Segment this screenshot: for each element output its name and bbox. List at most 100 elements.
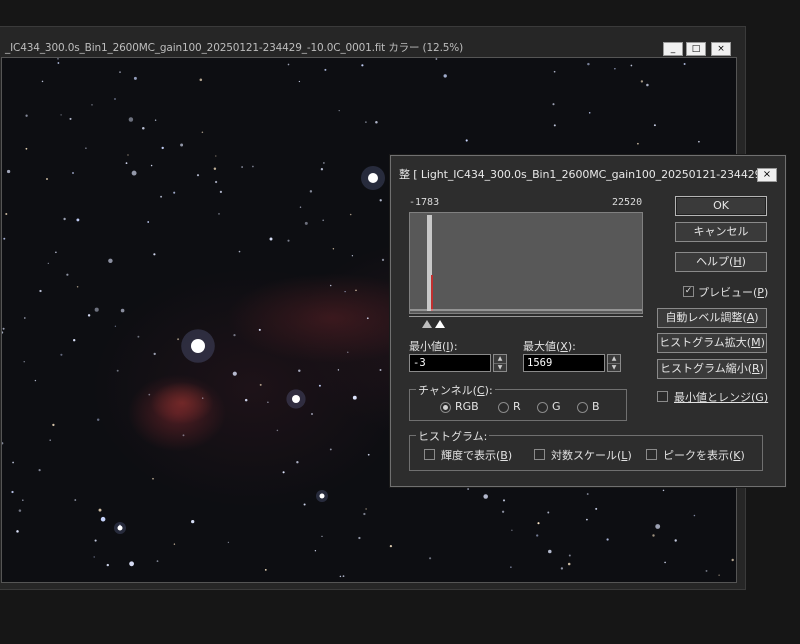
- close-button[interactable]: ×: [711, 42, 731, 56]
- min-max-range-checkbox[interactable]: [657, 391, 668, 402]
- dialog-close-button[interactable]: ×: [757, 168, 777, 182]
- ok-button[interactable]: OK: [675, 196, 767, 216]
- max-value-spinner[interactable]: ▲ ▼: [607, 354, 621, 372]
- star: [367, 453, 370, 456]
- spin-up-icon: ▲: [611, 355, 617, 362]
- star: [337, 369, 340, 371]
- star: [483, 494, 488, 499]
- preview-label: プレビュー(P): [698, 286, 769, 299]
- star: [46, 178, 48, 180]
- star: [349, 213, 352, 216]
- star: [238, 250, 241, 253]
- star: [98, 508, 102, 512]
- channel-group-title: チャンネル(C):: [416, 382, 495, 398]
- star: [640, 80, 644, 83]
- min-value-spinner[interactable]: ▲ ▼: [493, 354, 507, 372]
- channel-r-radio[interactable]: [498, 402, 509, 413]
- star: [91, 104, 93, 106]
- star: [219, 190, 223, 194]
- star: [180, 143, 184, 147]
- channel-rgb-radio[interactable]: [440, 402, 451, 413]
- channel-b-label: B: [592, 400, 600, 413]
- cancel-button[interactable]: キャンセル: [675, 222, 767, 242]
- star: [674, 539, 677, 542]
- star: [125, 162, 128, 164]
- log-scale-label: 対数スケール(L): [551, 449, 632, 462]
- star: [339, 575, 342, 578]
- histogram-red-peak: [431, 275, 433, 311]
- min-max-range-label: 最小値とレンジ(G): [674, 391, 769, 404]
- star: [653, 124, 656, 127]
- bright-star: [117, 525, 123, 531]
- auto-level-button[interactable]: 自動レベル調整(A): [657, 308, 767, 328]
- star: [662, 489, 665, 492]
- histogram-shrink-button[interactable]: ヒストグラム縮小(R): [657, 359, 767, 379]
- star: [298, 369, 301, 372]
- log-scale-checkbox[interactable]: [534, 449, 545, 460]
- star: [6, 169, 11, 174]
- star: [342, 575, 345, 577]
- bright-star: [368, 173, 378, 183]
- luminance-checkbox[interactable]: [424, 449, 435, 460]
- star: [595, 507, 598, 510]
- star: [182, 434, 185, 437]
- star: [150, 164, 153, 167]
- channel-group: チャンネル(C): RGB R G B: [409, 382, 627, 421]
- minimize-button[interactable]: _: [663, 42, 683, 56]
- star: [548, 549, 552, 554]
- help-button[interactable]: ヘルプ(H): [675, 252, 767, 272]
- star: [214, 180, 218, 184]
- star: [510, 566, 512, 568]
- star: [322, 219, 325, 222]
- maximize-button[interactable]: □: [686, 42, 706, 56]
- star: [693, 514, 696, 517]
- star: [34, 379, 37, 382]
- channel-b-radio[interactable]: [577, 402, 588, 413]
- star: [553, 124, 556, 127]
- star: [303, 503, 306, 506]
- star: [2, 331, 4, 334]
- channel-g-radio[interactable]: [537, 402, 548, 413]
- min-level-handle[interactable]: [422, 320, 432, 328]
- min-value-input[interactable]: [409, 354, 491, 372]
- star: [586, 518, 588, 521]
- show-peak-checkbox[interactable]: [646, 449, 657, 460]
- star: [731, 558, 734, 562]
- star: [76, 218, 80, 222]
- max-level-handle[interactable]: [435, 320, 445, 328]
- star: [718, 574, 720, 576]
- preview-checkbox[interactable]: ✓: [683, 286, 694, 297]
- star: [683, 63, 686, 65]
- star: [69, 117, 72, 120]
- star: [116, 369, 119, 372]
- star: [244, 398, 248, 402]
- star: [173, 191, 176, 194]
- max-value-input[interactable]: [523, 354, 605, 372]
- star: [304, 221, 308, 225]
- star: [646, 83, 649, 87]
- star: [567, 562, 571, 566]
- spin-down-icon: ▼: [494, 363, 506, 371]
- star: [298, 80, 301, 83]
- star: [25, 147, 28, 150]
- star: [96, 418, 100, 422]
- star: [375, 121, 378, 124]
- star: [511, 529, 513, 531]
- star: [120, 308, 125, 313]
- star: [655, 524, 661, 529]
- star: [152, 477, 154, 480]
- histogram-display: [409, 212, 643, 314]
- histogram-expand-button[interactable]: ヒストグラム拡大(M): [657, 333, 767, 353]
- star: [363, 512, 366, 516]
- star: [314, 550, 317, 552]
- star: [2, 442, 4, 445]
- image-window-title: _IC434_300.0s_Bin1_2600MC_gain100_202501…: [5, 42, 464, 54]
- star: [586, 493, 589, 495]
- star: [553, 70, 556, 73]
- star: [276, 429, 279, 432]
- star: [347, 351, 349, 353]
- star: [232, 371, 237, 376]
- star: [114, 98, 116, 100]
- star: [324, 68, 327, 71]
- star: [93, 556, 95, 558]
